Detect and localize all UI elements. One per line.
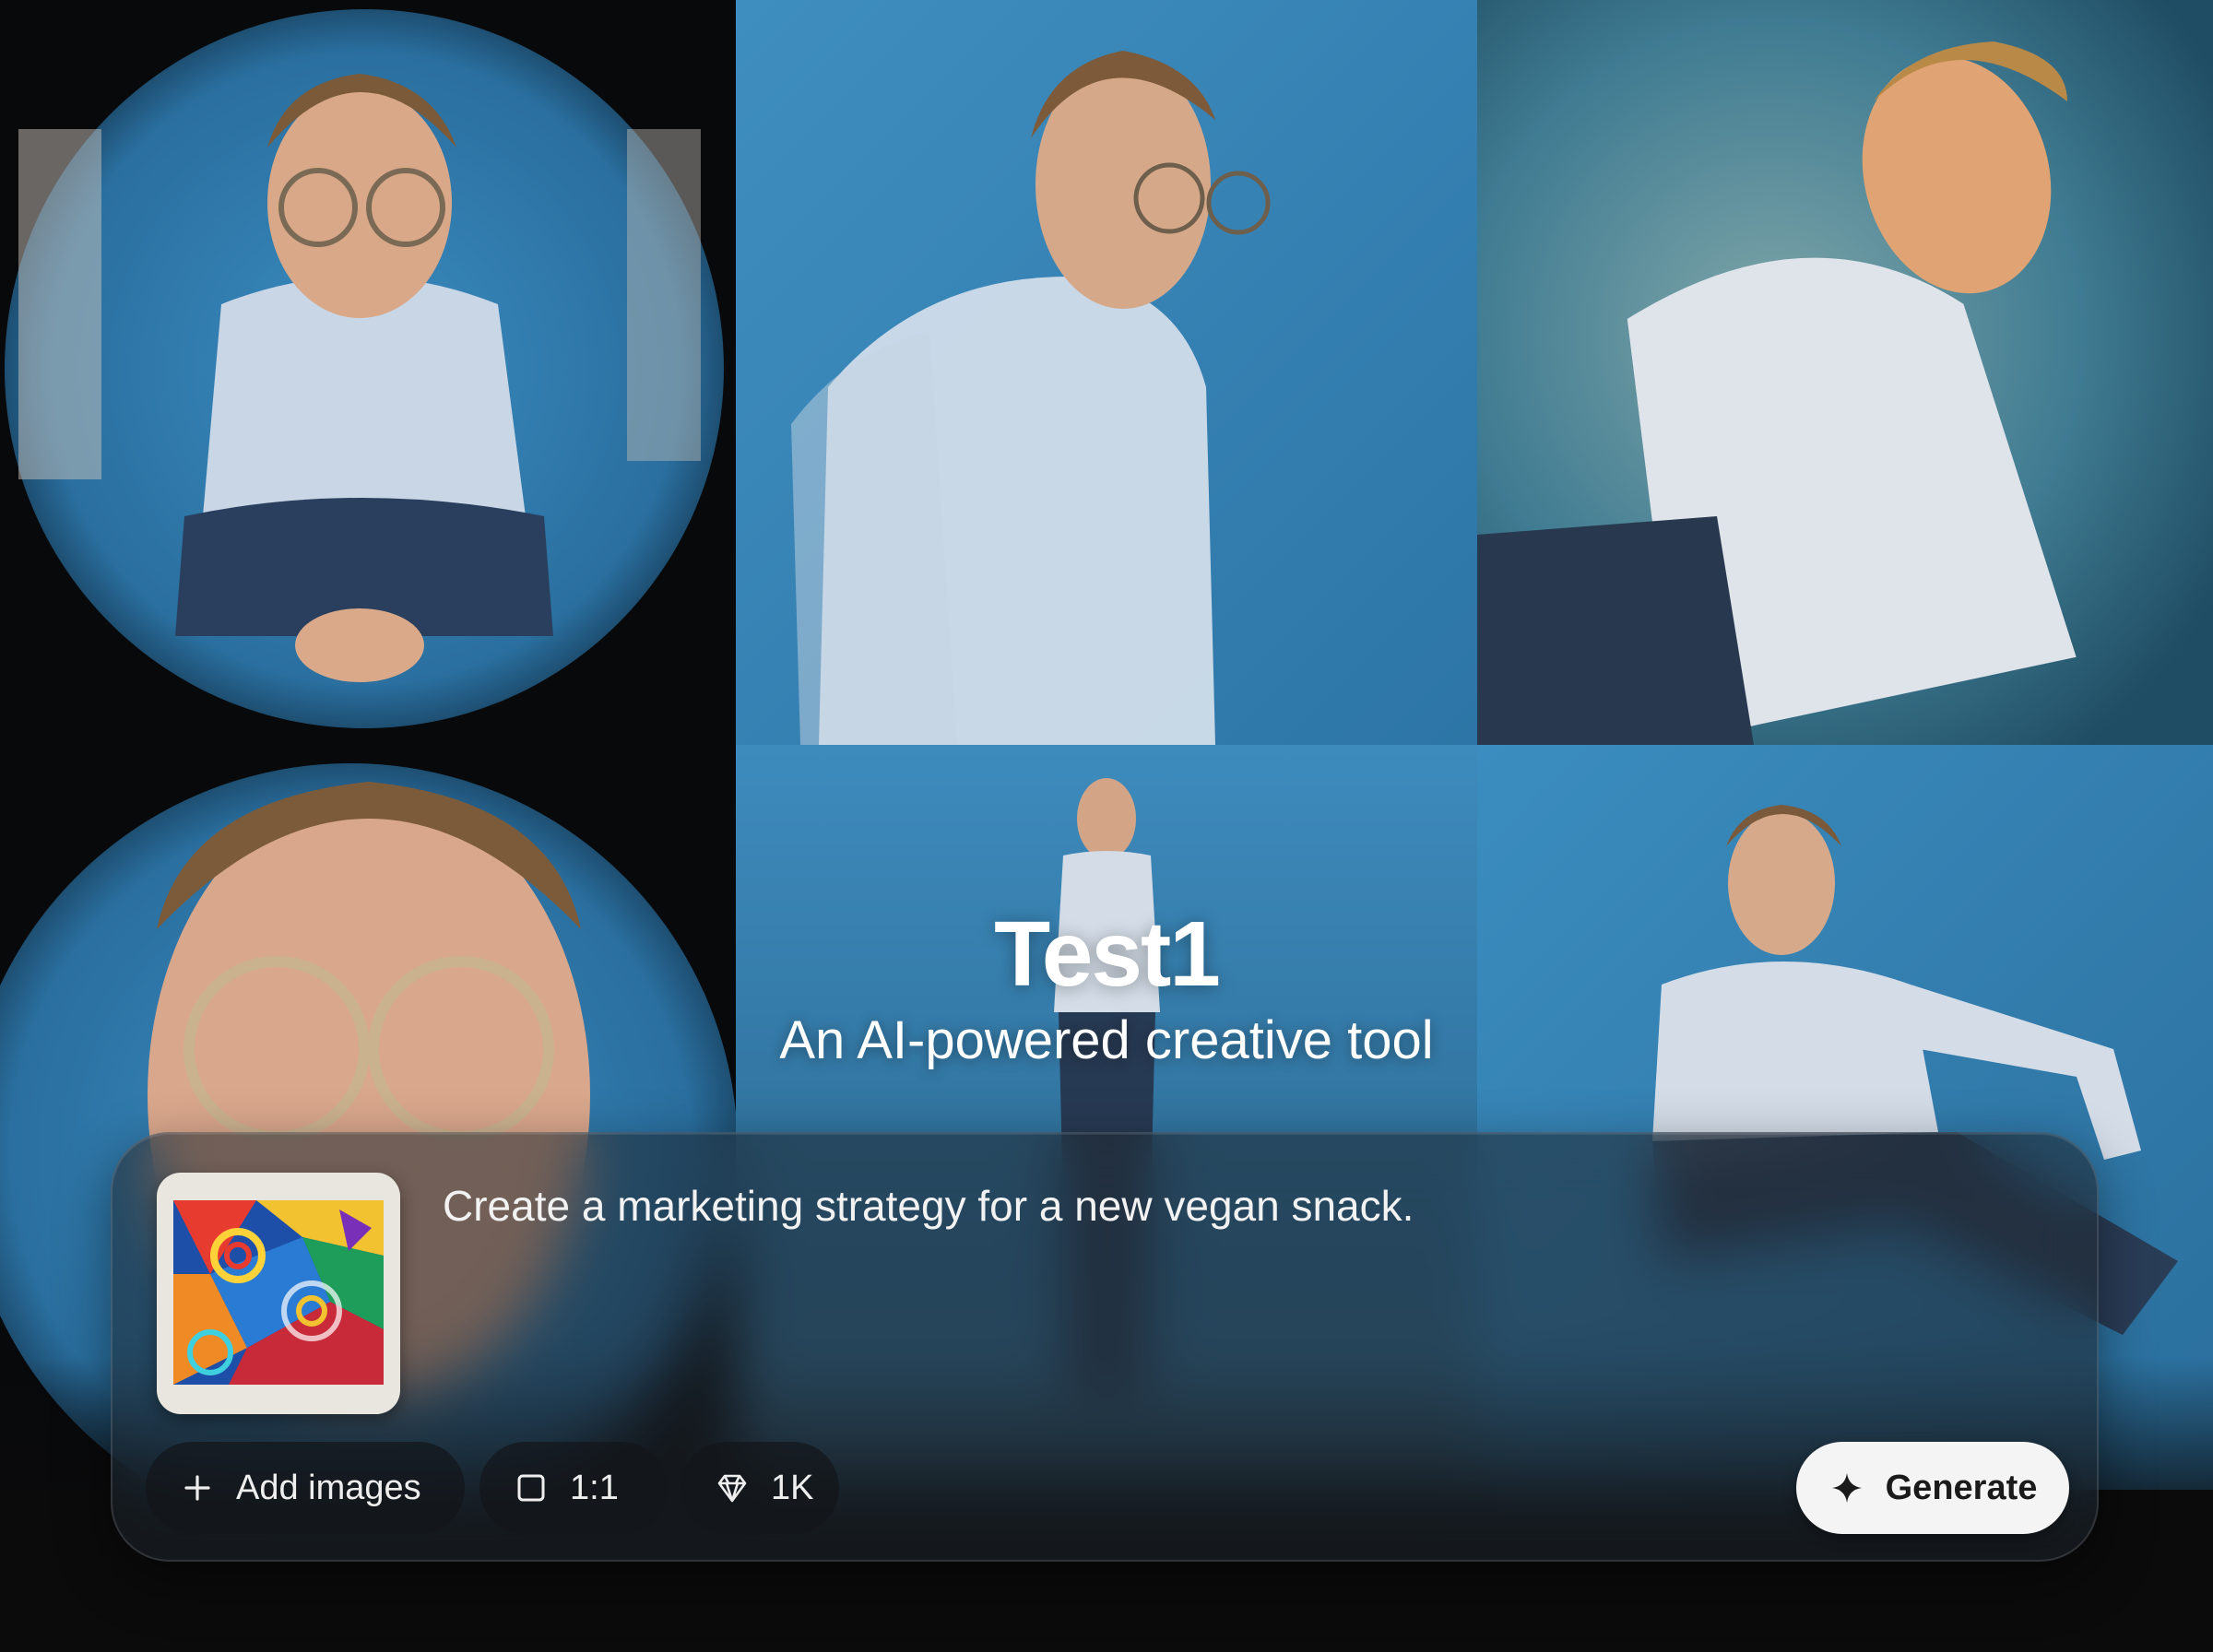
sparkle-icon — [1828, 1469, 1865, 1506]
resolution-button[interactable]: 1K — [680, 1442, 839, 1534]
app-stage: Test1 An AI-powered creative tool Create… — [0, 0, 2213, 1652]
resolution-label: 1K — [771, 1468, 814, 1507]
square-icon — [513, 1469, 550, 1506]
add-images-label: Add images — [236, 1468, 421, 1507]
page-subtitle: An AI-powered creative tool — [779, 1010, 1434, 1070]
composer-toolbar: Add images 1:1 1K Generate — [146, 1442, 2069, 1534]
diamond-icon — [714, 1469, 751, 1506]
prompt-input[interactable]: Create a marketing strategy for a new ve… — [443, 1178, 2041, 1233]
hero-section: Test1 An AI-powered creative tool — [0, 903, 2213, 1073]
add-images-button[interactable]: Add images — [146, 1442, 465, 1534]
generate-label: Generate — [1885, 1468, 2038, 1507]
aspect-ratio-label: 1:1 — [570, 1468, 619, 1507]
generate-button[interactable]: Generate — [1796, 1442, 2069, 1534]
gallery-image-fisheye-crouching[interactable] — [0, 0, 736, 745]
aspect-ratio-button[interactable]: 1:1 — [479, 1442, 668, 1534]
plus-icon — [179, 1469, 216, 1506]
gallery-image-motion-blur[interactable] — [736, 0, 1477, 745]
gallery-image-tilted-warm[interactable] — [1477, 0, 2213, 745]
attached-image-thumbnail[interactable] — [157, 1173, 400, 1414]
abstract-art-thumbnail-icon — [173, 1200, 384, 1385]
page-title: Test1 — [994, 903, 1221, 1006]
prompt-composer: Create a marketing strategy for a new ve… — [111, 1132, 2099, 1562]
